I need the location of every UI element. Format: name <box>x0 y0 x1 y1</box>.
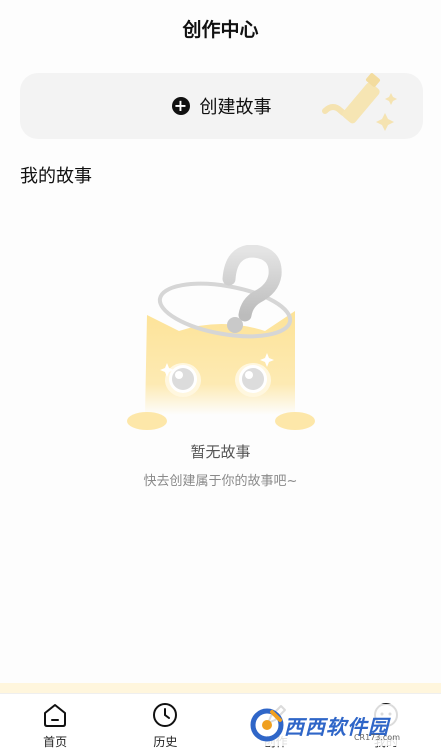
home-icon <box>44 704 67 727</box>
tab-history-label: 历史 <box>153 735 178 749</box>
tab-history[interactable]: 历史 <box>110 694 220 755</box>
plus-circle-icon: + <box>171 97 190 115</box>
create-story-button[interactable]: + 创建故事 <box>20 73 423 139</box>
empty-state-cat-illustration <box>127 245 315 430</box>
empty-state-subtitle: 快去创建属于你的故事吧~ <box>143 474 298 489</box>
bottom-accent-strip <box>0 683 441 693</box>
page-header: 创作中心 <box>0 0 441 56</box>
clock-icon <box>153 703 178 727</box>
tab-home[interactable]: 首页 <box>0 694 110 755</box>
section-title-my-stories: 我的故事 <box>20 166 92 187</box>
tab-home-label: 首页 <box>43 735 68 749</box>
watermark-logo-icon <box>250 708 284 742</box>
watermark-url: CR173.com <box>353 733 400 742</box>
create-story-label: 创建故事 <box>199 97 272 118</box>
pencil-decoration-icon <box>322 73 397 131</box>
page-title: 创作中心 <box>182 18 259 41</box>
watermark-logo: 西西软件园 CR173.com <box>242 704 420 746</box>
empty-state-title: 暂无故事 <box>190 443 251 461</box>
